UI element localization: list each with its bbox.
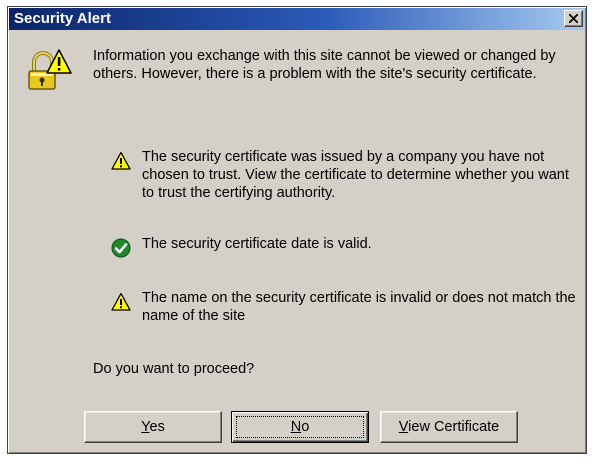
yes-button[interactable]: Yes bbox=[84, 411, 222, 443]
no-button[interactable]: No bbox=[231, 411, 369, 443]
intro-text: Information you exchange with this site … bbox=[93, 48, 556, 82]
view-certificate-mnemonic: V bbox=[398, 419, 409, 435]
check-icon bbox=[111, 238, 131, 258]
close-button[interactable] bbox=[564, 10, 583, 27]
warning-icon bbox=[111, 292, 131, 311]
lock-warning-icon bbox=[28, 49, 72, 90]
warning-message-untrusted-issuer: The security certificate was issued by a… bbox=[142, 149, 569, 201]
view-certificate-label-rest: iew Certificate bbox=[408, 419, 500, 435]
valid-message-date: The security certificate date is valid. bbox=[142, 236, 372, 252]
view-certificate-button[interactable]: View Certificate bbox=[380, 411, 518, 443]
yes-label-rest: es bbox=[149, 419, 165, 435]
warning-message-name-mismatch: The name on the security certificate is … bbox=[142, 290, 576, 324]
focus-rectangle bbox=[236, 416, 364, 438]
proceed-question: Do you want to proceed? bbox=[93, 361, 255, 377]
window-title: Security Alert bbox=[14, 10, 111, 27]
yes-mnemonic: Y bbox=[141, 419, 150, 435]
close-icon bbox=[569, 14, 578, 23]
security-alert-dialog: Security Alert Information you exchange … bbox=[7, 6, 587, 454]
warning-icon bbox=[111, 151, 131, 170]
title-bar[interactable]: Security Alert bbox=[9, 8, 585, 30]
